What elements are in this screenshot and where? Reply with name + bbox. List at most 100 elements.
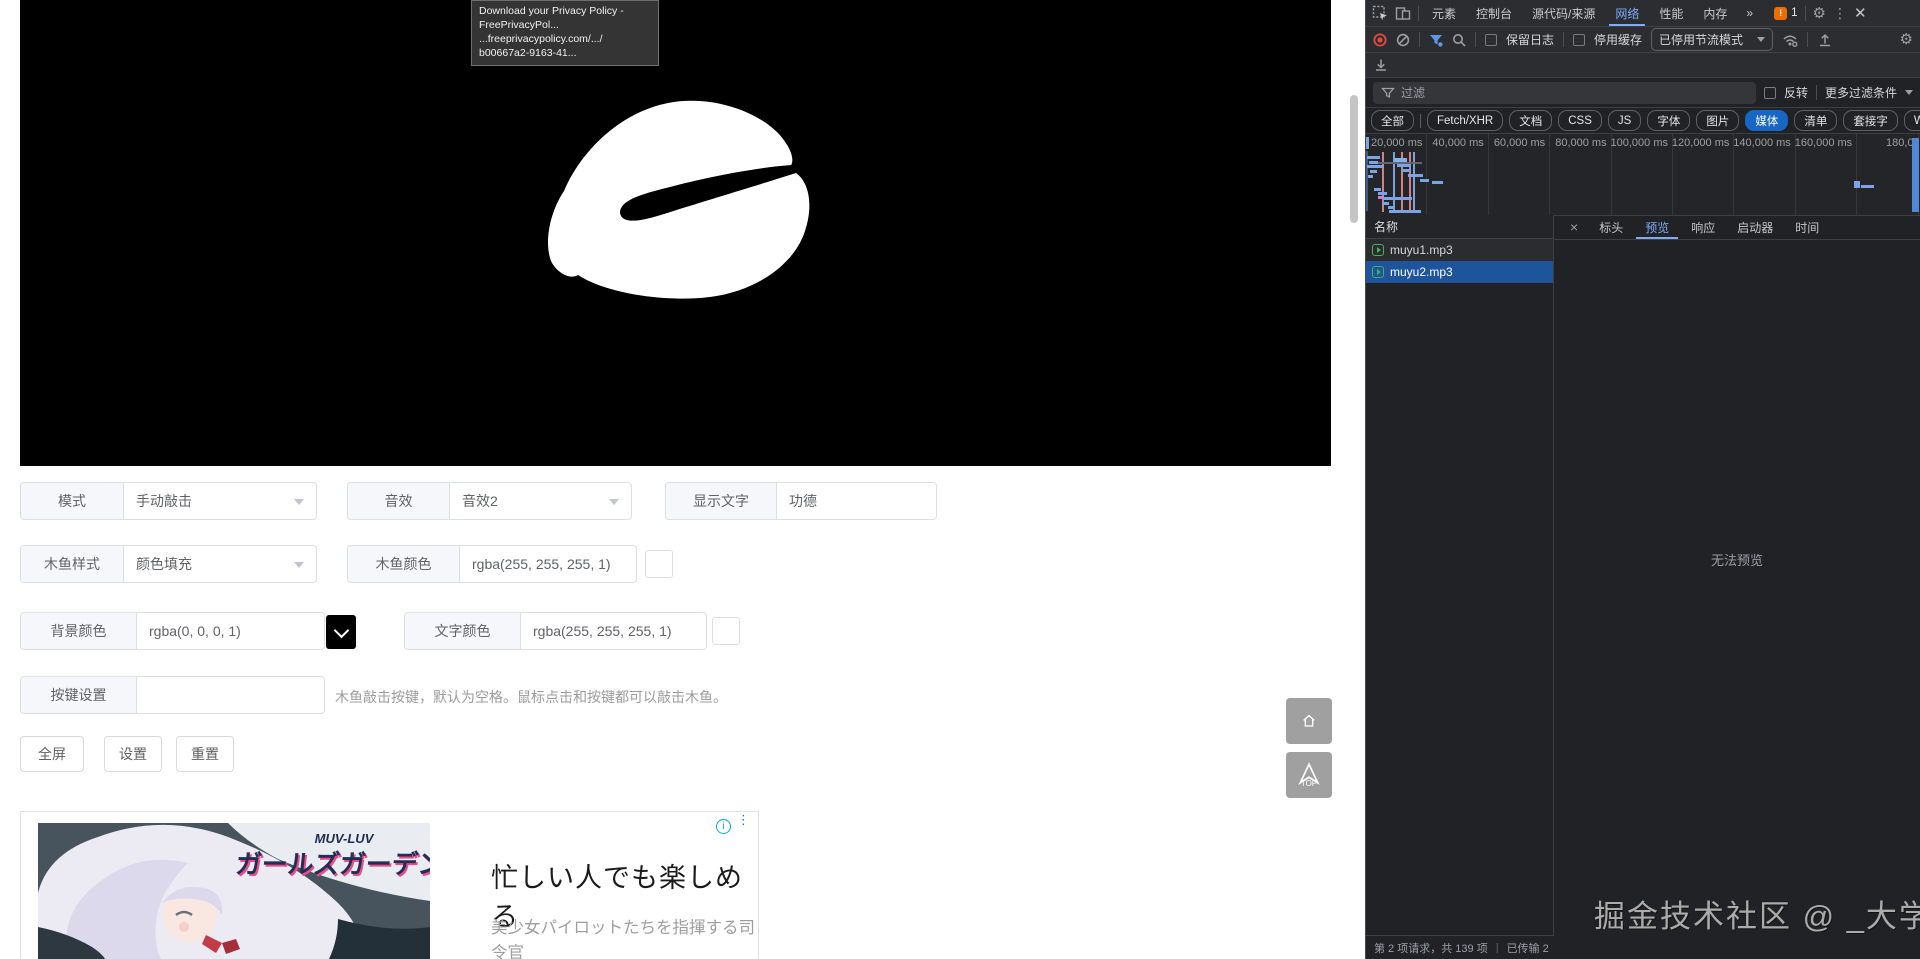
timeline-bar bbox=[1368, 175, 1373, 178]
detail-tab-0[interactable]: 标头 bbox=[1590, 215, 1632, 239]
request-row-1[interactable]: muyu2.mp3 bbox=[1366, 261, 1553, 283]
throttling-select[interactable]: 已停用节流模式 bbox=[1651, 28, 1773, 51]
more-filters-button[interactable]: 更多过滤条件 bbox=[1825, 84, 1897, 101]
sound-select[interactable]: 音效2 bbox=[450, 483, 631, 519]
transferred-summary: 已传输 2 bbox=[1507, 940, 1549, 956]
network-conditions-icon[interactable] bbox=[1782, 32, 1798, 48]
muyu-fish-graphic[interactable] bbox=[540, 95, 820, 315]
filter-chip-6[interactable]: 图片 bbox=[1696, 110, 1739, 131]
ad-info-icon[interactable]: i bbox=[716, 819, 731, 834]
filter-input[interactable]: 过滤 bbox=[1373, 82, 1756, 104]
ad-menu-icon[interactable]: ⋮ bbox=[737, 817, 747, 823]
divider bbox=[1419, 32, 1420, 47]
svg-text:MUV-LUV: MUV-LUV bbox=[315, 831, 375, 846]
timeline-bar bbox=[1432, 181, 1443, 184]
filter-icon[interactable] bbox=[1429, 33, 1443, 47]
search-icon[interactable] bbox=[1452, 33, 1466, 47]
filter-chip-7[interactable]: 媒体 bbox=[1745, 110, 1788, 131]
devtools-tab-3[interactable]: 网络 bbox=[1609, 0, 1645, 26]
timeline-tick-label: 120,000 ms bbox=[1672, 137, 1729, 149]
ad-card[interactable]: MUV-LUV ガールズガーデン ガールズガーデン 忙しい人でも楽しめる 美少女… bbox=[20, 811, 759, 959]
more-panels-button[interactable]: » bbox=[1740, 0, 1759, 26]
invert-filter-label: 反转 bbox=[1784, 84, 1808, 101]
record-network-log-icon[interactable] bbox=[1373, 33, 1387, 47]
ad-illustration: MUV-LUV ガールズガーデン ガールズガーデン bbox=[38, 823, 430, 959]
devtools-tab-4[interactable]: 性能 bbox=[1653, 0, 1689, 26]
back-to-top-button[interactable]: TOP bbox=[1286, 752, 1332, 798]
timeline-bar bbox=[1382, 202, 1389, 205]
timeline-bar bbox=[1854, 181, 1860, 188]
filter-chip-3[interactable]: CSS bbox=[1558, 110, 1602, 131]
request-table-header[interactable]: 名称 bbox=[1366, 215, 1553, 239]
devtools-close-icon[interactable]: ✕ bbox=[1854, 4, 1867, 22]
bg-color-swatch[interactable] bbox=[326, 615, 356, 649]
muyu-canvas[interactable] bbox=[20, 0, 1331, 466]
inspect-element-icon[interactable] bbox=[1372, 5, 1388, 21]
filter-chip-1[interactable]: Fetch/XHR bbox=[1427, 110, 1503, 131]
mode-select[interactable]: 手动敲击 bbox=[124, 483, 316, 519]
export-har-icon[interactable] bbox=[1373, 57, 1389, 73]
timeline-bar bbox=[1369, 161, 1378, 164]
detail-tab-2[interactable]: 响应 bbox=[1682, 215, 1724, 239]
network-overview-timeline[interactable]: 20,000 ms40,000 ms60,000 ms80,000 ms100,… bbox=[1366, 134, 1920, 216]
detail-tab-1[interactable]: 预览 bbox=[1636, 215, 1678, 239]
settings-button[interactable]: 设置 bbox=[104, 736, 162, 772]
network-filter-row: 过滤 反转 更多过滤条件 bbox=[1366, 78, 1920, 108]
text-color-swatch[interactable] bbox=[712, 617, 740, 645]
devtools-menu-icon[interactable]: ⋮ bbox=[1833, 5, 1847, 22]
svg-text:ガールズガーデン: ガールズガーデン bbox=[234, 849, 430, 879]
close-detail-icon[interactable]: × bbox=[1562, 219, 1586, 235]
network-status-bar: 第 2 项请求，共 139 项 | 已传输 2 bbox=[1366, 935, 1554, 959]
devtools-tabbar: 元素控制台源代码/来源网络性能内存 » ! 1 ⚙ ⋮ ✕ bbox=[1366, 0, 1920, 27]
invert-filter-checkbox[interactable] bbox=[1764, 87, 1776, 99]
text-color-group: 文字颜色 rgba(255, 255, 255, 1) bbox=[404, 612, 707, 650]
filter-chip-9[interactable]: 套接字 bbox=[1843, 110, 1898, 131]
key-setting-input[interactable] bbox=[137, 677, 324, 713]
timeline-bar bbox=[1420, 179, 1429, 182]
timeline-tick-label: 160,000 ms bbox=[1795, 137, 1852, 149]
disable-cache-label: 停用缓存 bbox=[1594, 31, 1642, 48]
devtools-settings-icon[interactable]: ⚙ bbox=[1813, 6, 1826, 21]
fish-style-select[interactable]: 颜色填充 bbox=[124, 546, 316, 582]
page-scrollbar-thumb[interactable] bbox=[1350, 95, 1358, 223]
disable-cache-checkbox[interactable] bbox=[1573, 34, 1585, 46]
preserve-log-checkbox[interactable] bbox=[1485, 34, 1497, 46]
fish-color-swatch[interactable] bbox=[645, 550, 673, 578]
timeline-bar bbox=[1367, 156, 1380, 159]
filter-chip-2[interactable]: 文档 bbox=[1509, 110, 1552, 131]
fish-color-group: 木鱼颜色 rgba(255, 255, 255, 1) bbox=[347, 545, 637, 583]
network-main: 名称 muyu1.mp3muyu2.mp3 第 2 项请求，共 139 项 | … bbox=[1366, 215, 1920, 959]
filter-chip-10[interactable]: Wasm bbox=[1904, 110, 1920, 131]
network-settings-icon[interactable]: ⚙ bbox=[1900, 32, 1913, 47]
devtools-tab-5[interactable]: 内存 bbox=[1697, 0, 1733, 26]
preview-empty-message: 无法预览 bbox=[1554, 550, 1920, 569]
play-icon bbox=[1377, 247, 1381, 253]
import-har-icon[interactable] bbox=[1817, 32, 1833, 48]
device-toolbar-icon[interactable] bbox=[1395, 5, 1411, 21]
reset-button[interactable]: 重置 bbox=[176, 736, 234, 772]
divider bbox=[1805, 6, 1806, 21]
request-row-0[interactable]: muyu1.mp3 bbox=[1366, 239, 1553, 261]
bg-color-input[interactable]: rgba(0, 0, 0, 1) bbox=[137, 613, 324, 649]
clear-network-log-icon[interactable] bbox=[1396, 33, 1410, 47]
issues-button[interactable]: ! 1 bbox=[1774, 7, 1797, 20]
request-detail-pane: × 标头预览响应启动器时间 无法预览 bbox=[1554, 215, 1920, 959]
top-label: TOP bbox=[1301, 779, 1317, 788]
filter-chip-5[interactable]: 字体 bbox=[1647, 110, 1690, 131]
detail-tab-3[interactable]: 启动器 bbox=[1728, 215, 1782, 239]
display-text-input[interactable]: 功德 bbox=[777, 483, 936, 519]
detail-tab-4[interactable]: 时间 bbox=[1786, 215, 1828, 239]
devtools-tab-2[interactable]: 源代码/来源 bbox=[1526, 0, 1601, 26]
fullscreen-button[interactable]: 全屏 bbox=[20, 736, 84, 772]
timeline-bar bbox=[1408, 174, 1423, 177]
timeline-tick-label: 20,000 ms bbox=[1371, 137, 1422, 149]
filter-chip-0[interactable]: 全部 bbox=[1371, 110, 1414, 131]
filter-chip-8[interactable]: 清单 bbox=[1794, 110, 1837, 131]
devtools-tab-0[interactable]: 元素 bbox=[1426, 0, 1462, 26]
filter-chip-4[interactable]: JS bbox=[1608, 110, 1641, 131]
home-button[interactable] bbox=[1286, 698, 1332, 744]
devtools-tab-1[interactable]: 控制台 bbox=[1470, 0, 1518, 26]
fish-color-input[interactable]: rgba(255, 255, 255, 1) bbox=[460, 546, 636, 582]
text-color-input[interactable]: rgba(255, 255, 255, 1) bbox=[521, 613, 706, 649]
issues-count: 1 bbox=[1791, 7, 1797, 19]
